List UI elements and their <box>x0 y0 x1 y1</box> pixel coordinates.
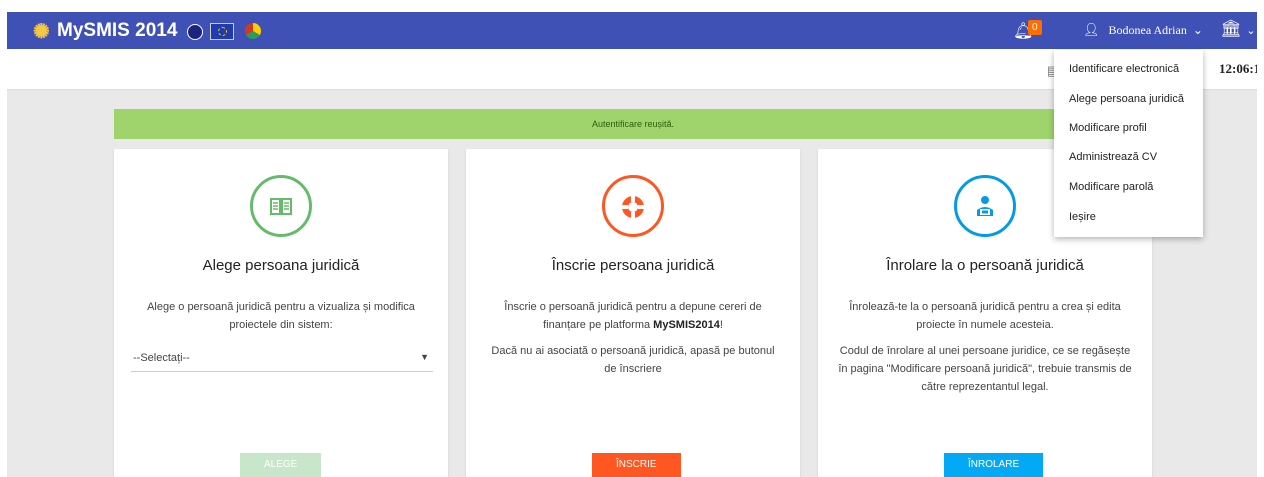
enroll-person-icon <box>954 175 1016 237</box>
menu-item-electronic-identification[interactable]: Identificare electronică <box>1069 63 1179 75</box>
legal-entity-select[interactable]: --Selectați-- ▼ <box>131 347 433 372</box>
card-choose-legal-entity: Alege persoana juridică Alege o persoană… <box>114 149 448 477</box>
window-frame-right <box>1257 0 1264 477</box>
select-value: --Selectați-- <box>133 352 190 364</box>
notification-count-badge: 0 <box>1028 20 1042 35</box>
user-dropdown-menu: Identificare electronică Alege persoana … <box>1054 50 1203 237</box>
enroll-button[interactable]: ÎNROLARE <box>944 453 1044 477</box>
user-name: Bodonea Adrian <box>1108 23 1187 37</box>
program-logo-icon <box>245 23 261 39</box>
user-icon: 👤︎ <box>1083 22 1100 37</box>
chevron-down-icon: ⌄ <box>1192 23 1203 37</box>
card-title: Înrolare la o persoană juridică <box>886 257 1084 274</box>
card-description: Înrolează-te la o persoană juridică pent… <box>838 298 1132 396</box>
institution-menu-toggle[interactable]: 🏛︎ ⌄ <box>1220 19 1256 39</box>
card-description: Alege o persoană juridică pentru a vizua… <box>147 301 415 331</box>
app-title: MySMIS 2014 <box>57 20 178 41</box>
menu-item-choose-legal-entity[interactable]: Alege persoana juridică <box>1069 93 1184 105</box>
chevron-down-icon: ⌄ <box>1246 25 1256 37</box>
dropdown-arrow-icon: ▼ <box>420 352 429 362</box>
book-icon <box>250 175 312 237</box>
register-button[interactable]: ÎNSCRIE <box>592 453 681 477</box>
government-emblem-icon <box>187 24 203 40</box>
top-navbar: ✺ MySMIS 2014 🔔︎ 0 👤︎ Bodonea Adrian ⌄ 🏛… <box>7 12 1257 49</box>
window-frame-top <box>0 0 1264 12</box>
menu-item-logout[interactable]: Ieșire <box>1069 211 1096 223</box>
choose-button[interactable]: ALEGE <box>240 453 322 477</box>
menu-item-manage-cv[interactable]: Administrează CV <box>1069 151 1157 163</box>
card-description-secondary: Dacă nu ai asociată o persoană juridică,… <box>491 345 775 375</box>
bank-icon: 🏛︎ <box>1220 19 1242 38</box>
menu-item-edit-profile[interactable]: Modificare profil <box>1069 122 1147 134</box>
eu-stars-logo-icon: ✺ <box>33 21 50 43</box>
card-description-primary: Înrolează-te la o persoană juridică pent… <box>849 301 1121 331</box>
success-alert: Autentificare reușită. <box>114 109 1152 139</box>
window-frame-left <box>0 0 7 477</box>
card-title: Înscrie persoana juridică <box>551 257 715 274</box>
menu-item-change-password[interactable]: Modificare parolă <box>1069 181 1153 193</box>
card-description: Înscrie o persoană juridică pentru a dep… <box>486 298 780 378</box>
card-description-secondary: Codul de înrolare al unei persoane jurid… <box>838 345 1132 393</box>
desc-text: Înscrie o persoană juridică pentru a dep… <box>504 301 762 331</box>
desc-text-end: ! <box>719 319 723 331</box>
user-menu-toggle[interactable]: 👤︎ Bodonea Adrian ⌄ <box>1083 22 1203 38</box>
lifebuoy-icon <box>602 175 664 237</box>
eu-flag-icon <box>210 23 234 40</box>
platform-name: MySMIS2014 <box>653 319 720 331</box>
card-register-legal-entity: Înscrie persoana juridică Înscrie o pers… <box>466 149 800 477</box>
card-title: Alege persoana juridică <box>202 257 360 274</box>
